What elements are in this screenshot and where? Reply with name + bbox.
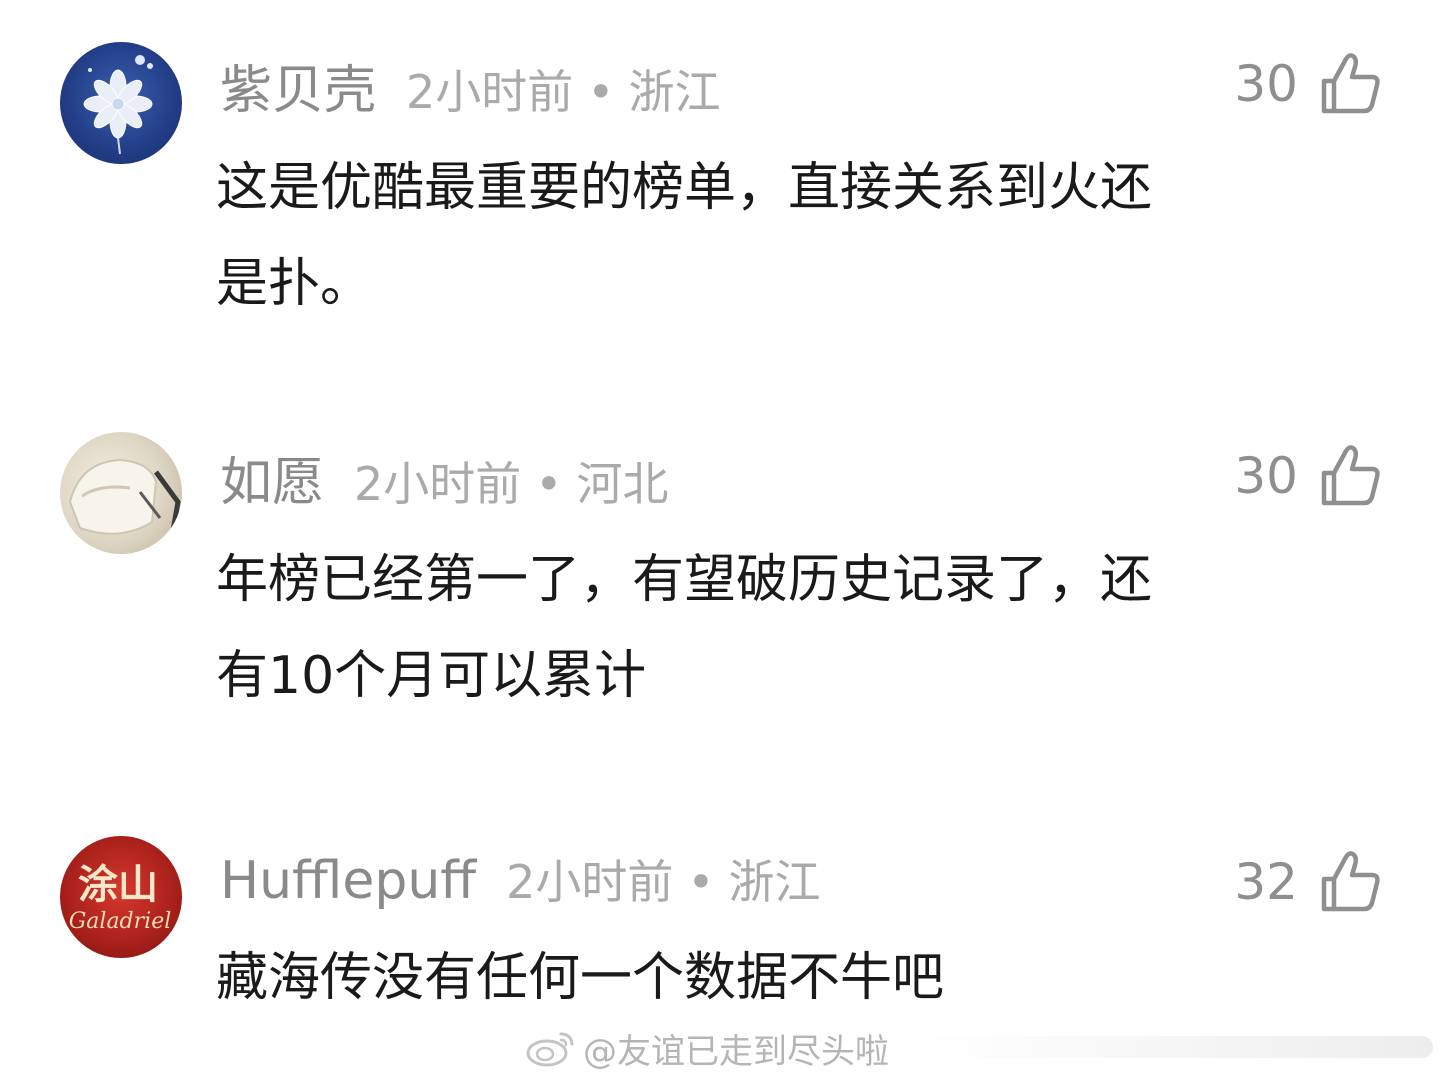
region-label: 河北 [576, 457, 669, 511]
separator-dot: • [587, 65, 615, 119]
like-count: 30 [1234, 447, 1298, 505]
watermark-text: @友谊已走到尽头啦 [583, 1031, 889, 1072]
comment-meta: 紫贝壳 2小时前 • 浙江 [220, 48, 720, 128]
comment-meta: 如愿 2小时前 • 河北 [220, 440, 668, 520]
timestamp: 2小时前 [406, 65, 574, 119]
watermark-fade-bar [925, 1036, 1433, 1058]
avatar-calligraphy-text: 涂山 [78, 861, 158, 908]
timestamp: 2小时前 [354, 457, 522, 511]
thumbs-up-icon[interactable] [1318, 51, 1384, 117]
comment-text: 这是优酷最重要的榜单，直接关系到火还 是扑。 [216, 140, 1386, 332]
username[interactable]: Hufflepuff [220, 851, 476, 911]
calligraphy-avatar-icon[interactable]: 涂山 Galadriel [60, 836, 182, 958]
flower-avatar-icon[interactable] [60, 42, 182, 164]
like-count: 32 [1234, 853, 1298, 911]
like-count: 30 [1234, 55, 1298, 113]
comment-text: 藏海传没有任何一个数据不牛吧 [216, 930, 1386, 1026]
region-label: 浙江 [628, 65, 721, 119]
watermark: @友谊已走到尽头啦 [525, 1020, 889, 1076]
comment-list-page: 紫贝壳 2小时前 • 浙江 30 这是优酷最重要的榜单，直接关系到火还 是扑。 [0, 0, 1446, 1080]
weibo-logo-icon [526, 1032, 574, 1067]
separator-dot: • [535, 457, 563, 511]
avatar-script-text: Galadriel [69, 909, 172, 934]
comment-text-line: 这是优酷最重要的榜单，直接关系到火还 [216, 158, 1153, 218]
region-label: 浙江 [728, 855, 821, 909]
photo-avatar-icon[interactable] [60, 432, 182, 554]
comment-text-line: 是扑。 [216, 254, 373, 314]
like-button[interactable]: 30 [1234, 44, 1384, 124]
separator-dot: • [687, 855, 715, 909]
comment-text-line: 有10个月可以累计 [216, 646, 647, 706]
username[interactable]: 如愿 [220, 440, 324, 515]
username[interactable]: 紫贝壳 [220, 48, 376, 123]
thumbs-up-icon[interactable] [1318, 443, 1384, 509]
comment-text: 年榜已经第一了，有望破历史记录了，还 有10个月可以累计 [216, 532, 1386, 724]
comment-text-line: 年榜已经第一了，有望破历史记录了，还 [216, 550, 1153, 610]
like-button[interactable]: 30 [1234, 436, 1384, 516]
thumbs-up-icon[interactable] [1318, 849, 1384, 915]
timestamp: 2小时前 [506, 855, 674, 909]
comment-meta: Hufflepuff 2小时前 • 浙江 [220, 846, 821, 926]
comment-text-line: 藏海传没有任何一个数据不牛吧 [216, 948, 945, 1008]
like-button[interactable]: 32 [1234, 842, 1384, 922]
